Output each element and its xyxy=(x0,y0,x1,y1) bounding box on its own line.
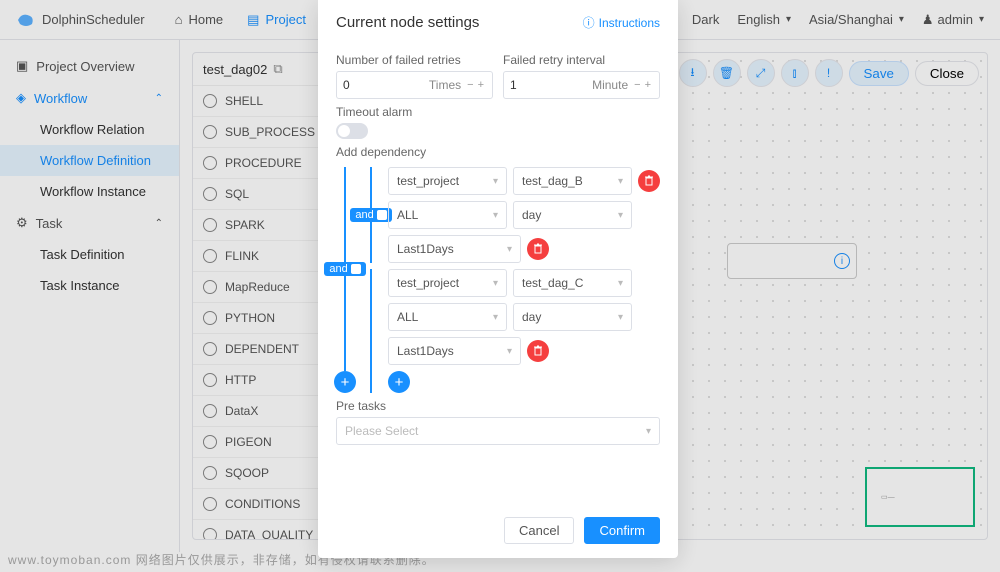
trash-icon xyxy=(643,175,655,187)
delete-row-button[interactable] xyxy=(527,340,549,362)
chevron-down-icon: ▾ xyxy=(493,278,498,289)
add-row-button[interactable]: + xyxy=(388,371,410,393)
node-settings-modal: Current node settings ⓘInstructions Numb… xyxy=(318,0,678,558)
delete-row-button[interactable] xyxy=(527,238,549,260)
modal-footer: Cancel Confirm xyxy=(318,507,678,558)
task-select[interactable]: ALL▾ xyxy=(388,201,507,229)
chevron-down-icon: ▾ xyxy=(618,312,623,323)
task-select[interactable]: ALL▾ xyxy=(388,303,507,331)
modal-title: Current node settings xyxy=(336,14,479,31)
date-select[interactable]: Last1Days▾ xyxy=(388,337,521,365)
modal-header: Current node settings ⓘInstructions xyxy=(318,0,678,41)
timeout-switch[interactable] xyxy=(336,123,368,139)
interval-label: Failed retry interval xyxy=(503,53,660,67)
chevron-down-icon: ▾ xyxy=(507,244,512,255)
retries-label: Number of failed retries xyxy=(336,53,493,67)
chevron-down-icon: ▾ xyxy=(646,426,651,437)
chevron-down-icon: ▾ xyxy=(618,210,623,221)
interval-input[interactable]: 1 Minute − + xyxy=(503,71,660,99)
confirm-button[interactable]: Confirm xyxy=(584,517,660,544)
project-select[interactable]: test_project▾ xyxy=(388,269,507,297)
dag-select[interactable]: test_dag_C▾ xyxy=(513,269,632,297)
delete-dep-button[interactable] xyxy=(638,170,660,192)
plus-icon[interactable]: + xyxy=(476,79,486,91)
inner-rail: and xyxy=(362,167,380,263)
date-select[interactable]: Last1Days▾ xyxy=(388,235,521,263)
chevron-down-icon: ▾ xyxy=(493,210,498,221)
chevron-down-icon: ▾ xyxy=(618,176,623,187)
chevron-down-icon: ▾ xyxy=(618,278,623,289)
instructions-link[interactable]: ⓘInstructions xyxy=(583,14,660,31)
dag-select[interactable]: test_dag_B▾ xyxy=(513,167,632,195)
pretasks-select[interactable]: Please Select ▾ xyxy=(336,417,660,445)
add-dep-label: Add dependency xyxy=(336,145,660,159)
plus-icon[interactable]: + xyxy=(643,79,653,91)
outer-rail: and + xyxy=(336,167,354,393)
dep-group: and test_project▾ test_dag_B▾ ALL▾ day▾ xyxy=(362,167,660,263)
dep-group: test_project▾ test_dag_C▾ ALL▾ day▾ Last… xyxy=(362,269,660,393)
inner-rail xyxy=(362,269,380,393)
chevron-down-icon: ▾ xyxy=(507,346,512,357)
minus-icon[interactable]: − xyxy=(465,79,475,91)
and-toggle-outer[interactable]: and xyxy=(324,262,365,276)
project-select[interactable]: test_project▾ xyxy=(388,167,507,195)
chevron-down-icon: ▾ xyxy=(493,176,498,187)
pretasks-label: Pre tasks xyxy=(336,399,660,413)
trash-icon xyxy=(532,345,544,357)
cancel-button[interactable]: Cancel xyxy=(504,517,574,544)
retries-input[interactable]: 0 Times − + xyxy=(336,71,493,99)
cycle-select[interactable]: day▾ xyxy=(513,303,632,331)
minus-icon[interactable]: − xyxy=(632,79,642,91)
help-icon: ⓘ xyxy=(583,14,595,31)
cycle-select[interactable]: day▾ xyxy=(513,201,632,229)
modal-body: Number of failed retries 0 Times − + Fai… xyxy=(318,41,678,507)
dependency-editor: and + and test_project▾ test_dag_B▾ xyxy=(336,167,660,393)
trash-icon xyxy=(532,243,544,255)
and-toggle-inner[interactable]: and xyxy=(350,208,391,222)
chevron-down-icon: ▾ xyxy=(493,312,498,323)
timeout-label: Timeout alarm xyxy=(336,105,660,119)
add-group-button[interactable]: + xyxy=(334,371,356,393)
